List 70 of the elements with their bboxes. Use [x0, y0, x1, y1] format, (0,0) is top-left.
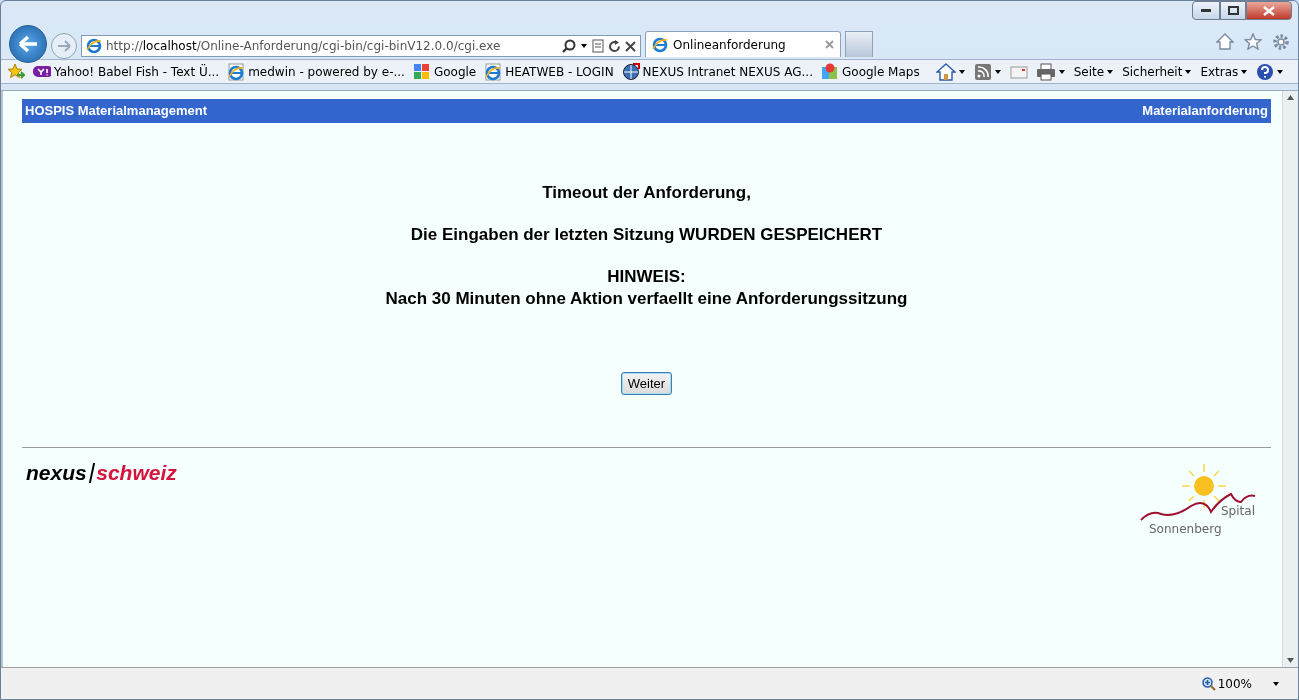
minimize-icon: [1201, 8, 1211, 13]
close-icon: [1263, 5, 1275, 16]
help-icon: [1256, 62, 1275, 81]
caret-icon: [1184, 68, 1193, 75]
home-icon: [935, 62, 956, 81]
star-icon[interactable]: [1244, 33, 1262, 50]
map-pin-icon: [821, 62, 839, 81]
maximize-button[interactable]: [1220, 1, 1246, 20]
menu-button[interactable]: Seite: [1073, 62, 1115, 81]
favorites-link[interactable]: HEATWEB - LOGIN: [484, 62, 614, 81]
favorites-link[interactable]: Google Maps: [821, 62, 920, 81]
globe-icon: [621, 62, 640, 81]
favorites-link[interactable]: NEXUS Intranet NEXUS AG...: [621, 62, 813, 81]
message-text: Timeout der Anforderung,: [542, 182, 751, 202]
refresh-icon[interactable]: [608, 39, 621, 53]
caret-icon: [1106, 68, 1115, 75]
home-icon[interactable]: [1216, 33, 1234, 50]
favorites-link[interactable]: Google: [412, 62, 477, 81]
feed-button[interactable]: [973, 62, 1002, 81]
caret-icon: [1057, 68, 1066, 75]
page-title: Materialanforderung: [1142, 102, 1268, 120]
print-icon: [1035, 62, 1056, 81]
browser-icon: [86, 38, 102, 54]
caret-icon: [957, 68, 966, 75]
caret-icon: [1240, 68, 1249, 75]
message-text: Die Eingaben der letzten Sitzung WURDEN GESPEICHERT: [410, 224, 883, 244]
right-arrow-icon: [57, 40, 71, 52]
caret-icon[interactable]: [580, 43, 588, 49]
minimize-button[interactable]: [1192, 1, 1220, 20]
message-text: Nach 30 Minuten ohne Aktion verfaellt eine Anforderungssitzung: [385, 288, 908, 308]
url-text: http://localhost/Online-Anforderung/cgi-bin/cgi-binV12.0.0/cgi.exe: [106, 38, 502, 55]
help-button[interactable]: [1256, 62, 1285, 81]
zoom-button[interactable]: 100%: [1201, 674, 1252, 693]
back-button[interactable]: [9, 25, 47, 63]
up-arrow-icon[interactable]: [1287, 95, 1294, 100]
app-title: HOSPIS Materialmanagement: [25, 102, 208, 120]
caret-icon: [1276, 68, 1285, 75]
colored-squares-icon: [412, 62, 431, 81]
logo-text: Sonnenberg: [1149, 521, 1222, 538]
favorites-link[interactable]: Yahoo! Babel Fish - Text Ü...: [33, 62, 220, 81]
zoom-dropdown-button[interactable]: [1272, 680, 1280, 687]
tab-title: Onlineanforderung: [673, 36, 787, 54]
favorites-star-icon[interactable]: [7, 63, 25, 80]
continue-button[interactable]: Weiter: [620, 371, 673, 395]
tab[interactable]: Onlineanforderung: [645, 31, 841, 57]
search-icon[interactable]: [562, 39, 576, 53]
favorites-link[interactable]: medwin - powered by e-...: [227, 62, 405, 81]
print-button[interactable]: [1035, 62, 1066, 81]
feed-icon: [973, 62, 992, 81]
close-button[interactable]: [1246, 1, 1292, 20]
menu-button[interactable]: Extras: [1200, 62, 1249, 81]
down-arrow-icon[interactable]: [1287, 658, 1294, 663]
close-icon[interactable]: [825, 40, 834, 49]
message-text: HINWEIS:: [607, 266, 686, 286]
address-field[interactable]: http://localhost/Online-Anforderung/cgi-bin/cgi-binV12.0.0/cgi.exe: [81, 35, 641, 57]
browser-page-icon: [484, 62, 503, 81]
menu-button[interactable]: Sicherheit: [1122, 62, 1193, 81]
home-button[interactable]: [935, 62, 966, 81]
stop-icon[interactable]: [625, 40, 636, 52]
caret-icon: [1272, 680, 1280, 687]
zoom-icon: [1201, 676, 1216, 691]
left-arrow-icon: [18, 35, 38, 53]
settings-icon[interactable]: [1272, 33, 1290, 51]
vertical-scrollbar[interactable]: [1282, 91, 1298, 667]
caret-icon: [993, 68, 1002, 75]
logo-text: Spital: [1221, 503, 1255, 520]
maximize-icon: [1227, 6, 1239, 15]
browser-page-icon: [227, 62, 246, 81]
browser-icon: [652, 36, 668, 53]
company-logo: nexus schweiz: [26, 460, 177, 486]
